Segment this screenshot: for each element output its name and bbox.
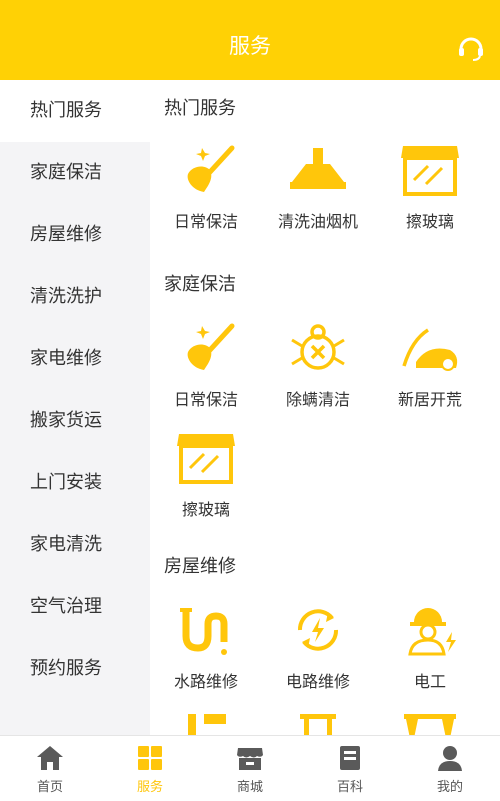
tab-label: 百科 [336, 780, 363, 795]
broom-icon [187, 145, 235, 192]
store-icon [237, 748, 263, 770]
service-item-mite-removal[interactable]: 除螨清洁 [262, 320, 374, 410]
sidebar-item-appliance-cleaning[interactable]: 家电清洗 [0, 514, 150, 576]
service-item-window-cleaning[interactable]: 擦玻璃 [150, 430, 262, 520]
section-title-home-cleaning: 家庭保洁 [164, 274, 236, 295]
sidebar-item-moving[interactable]: 搬家货运 [0, 390, 150, 452]
tab-label: 首页 [36, 780, 63, 795]
curtain-icon [404, 714, 456, 735]
service-item-water-repair[interactable]: 水路维修 [150, 602, 262, 692]
service-label: 日常保洁 [173, 390, 238, 409]
service-item-circuit-repair[interactable]: 电路维修 [262, 602, 374, 692]
bottom-tab-bar: 首页 服务 商城 百科 我的 [0, 735, 500, 800]
service-label: 新居开荒 [397, 390, 462, 409]
service-item-partial[interactable] [150, 708, 262, 735]
mite-icon [291, 324, 345, 370]
sidebar-item-house-repair[interactable]: 房屋维修 [0, 204, 150, 266]
service-item-daily-cleaning[interactable]: 日常保洁 [150, 320, 262, 410]
service-label: 电路维修 [285, 672, 350, 691]
service-item-daily-cleaning[interactable]: 日常保洁 [150, 142, 262, 232]
tab-service[interactable]: 服务 [100, 736, 200, 801]
sidebar-item-hot[interactable]: 热门服务 [0, 80, 150, 142]
user-icon [438, 746, 462, 771]
sidebar-item-appliance-repair[interactable]: 家电维修 [0, 328, 150, 390]
service-label: 日常保洁 [173, 212, 238, 231]
service-item-new-home-cleaning[interactable]: 新居开荒 [374, 320, 486, 410]
tab-label: 服务 [136, 780, 163, 795]
section-title-house-repair: 房屋维修 [164, 556, 236, 577]
vacuum-icon [402, 328, 458, 371]
section-title-hot: 热门服务 [164, 98, 236, 119]
sidebar-item-home-cleaning[interactable]: 家庭保洁 [0, 142, 150, 204]
service-item-window-cleaning[interactable]: 擦玻璃 [374, 142, 486, 232]
electric-circuit-icon [297, 609, 339, 651]
app-header: 服务 [0, 0, 500, 80]
service-label: 水路维修 [173, 672, 238, 691]
sidebar-item-installation[interactable]: 上门安装 [0, 452, 150, 514]
service-item-electrician[interactable]: 电工 [374, 602, 486, 692]
sidebar-item-air-treatment[interactable]: 空气治理 [0, 576, 150, 638]
sidebar-item-booking[interactable]: 预约服务 [0, 638, 150, 700]
pipe-icon [180, 608, 228, 655]
service-label: 除螨清洁 [285, 390, 350, 409]
customer-service-icon[interactable] [456, 33, 486, 63]
page-title: 服务 [229, 34, 271, 58]
tab-home[interactable]: 首页 [0, 736, 100, 801]
range-hood-icon [290, 148, 346, 189]
window-icon [401, 146, 459, 196]
tab-store[interactable]: 商城 [200, 736, 300, 801]
service-item-partial[interactable] [262, 708, 374, 735]
category-sidebar: 热门服务 家庭保洁 房屋维修 清洗洗护 家电维修 搬家货运 上门安装 家电清洗 … [0, 80, 150, 735]
service-label: 电工 [413, 672, 446, 691]
service-item-partial[interactable] [374, 708, 486, 735]
window-icon [177, 434, 235, 484]
tab-label: 商城 [236, 780, 263, 795]
tools-icon [188, 714, 226, 735]
sidebar-item-washing-care[interactable]: 清洗洗护 [0, 266, 150, 328]
service-content: 热门服务 日常保洁 清洗油烟机 擦玻璃 家庭保洁 日常保洁 除螨清洁 新居开荒 … [150, 80, 500, 735]
book-icon [340, 746, 360, 770]
tab-mine[interactable]: 我的 [400, 736, 500, 801]
tab-wiki[interactable]: 百科 [300, 736, 400, 801]
table-icon [300, 714, 336, 735]
service-label: 擦玻璃 [405, 212, 454, 231]
service-item-range-hood[interactable]: 清洗油烟机 [262, 142, 374, 232]
tab-label: 我的 [436, 780, 463, 795]
service-label: 擦玻璃 [181, 500, 230, 519]
broom-icon [187, 323, 235, 370]
electrician-icon [408, 608, 456, 656]
home-icon [37, 746, 63, 770]
grid-icon [138, 746, 162, 770]
service-label: 清洗油烟机 [277, 212, 358, 231]
